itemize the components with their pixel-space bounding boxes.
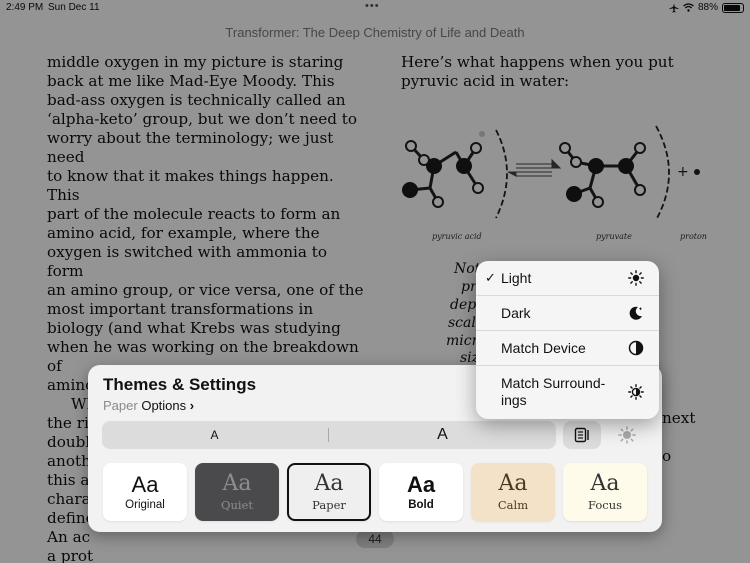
menu-item-match-device[interactable]: Match Device	[476, 331, 659, 366]
brightness-icon	[618, 426, 636, 444]
theme-calm[interactable]: Aa Calm	[471, 463, 555, 521]
menu-item-label: Light	[501, 270, 532, 286]
theme-list: Aa Original Aa Quiet Aa Paper Aa Bold Aa…	[103, 463, 647, 521]
menu-item-light[interactable]: ✓ Light	[476, 261, 659, 296]
page-layout-button[interactable]	[563, 421, 601, 449]
menu-item-label: Dark	[501, 305, 531, 321]
chevron-right-icon: ›	[189, 398, 195, 413]
page-layout-icon	[574, 427, 589, 443]
theme-sample: Aa	[222, 471, 252, 496]
theme-original[interactable]: Aa Original	[103, 463, 187, 521]
current-theme-name: Paper	[103, 398, 138, 413]
theme-sample: Aa	[590, 471, 620, 496]
half-circle-icon	[628, 340, 644, 356]
theme-options-link[interactable]: Paper Options ›	[103, 398, 194, 413]
theme-name: Calm	[497, 498, 529, 512]
theme-paper[interactable]: Aa Paper	[287, 463, 371, 521]
theme-name: Paper	[312, 498, 346, 512]
appearance-button[interactable]	[608, 421, 646, 449]
theme-sample: Aa	[498, 471, 528, 496]
options-label: Options	[141, 398, 187, 413]
menu-item-dark[interactable]: Dark	[476, 296, 659, 331]
font-size-control: A A	[102, 421, 556, 449]
theme-sample: Aa	[406, 472, 436, 497]
appearance-menu: ✓ Light Dark Match Device Match Surround…	[476, 261, 659, 419]
theme-name: Original	[125, 499, 165, 511]
menu-item-match-surroundings[interactable]: Match Surround- ings	[476, 366, 659, 419]
menu-item-label: Match Surround- ings	[501, 375, 605, 409]
checkmark-icon: ✓	[485, 270, 496, 285]
sun-icon	[628, 270, 644, 286]
theme-sample: Aa	[314, 471, 344, 496]
menu-item-label: Match Device	[501, 340, 586, 356]
sun-auto-icon	[628, 384, 644, 400]
theme-name: Bold	[408, 499, 434, 511]
theme-quiet[interactable]: Aa Quiet	[195, 463, 279, 521]
decrease-font-button[interactable]: A	[102, 421, 327, 449]
theme-focus[interactable]: Aa Focus	[563, 463, 647, 521]
increase-font-button[interactable]: A	[329, 421, 556, 449]
theme-bold[interactable]: Aa Bold	[379, 463, 463, 521]
theme-name: Quiet	[221, 498, 253, 512]
moon-icon	[629, 306, 643, 320]
panel-title: Themes & Settings	[103, 375, 257, 394]
theme-name: Focus	[587, 498, 623, 512]
menu-item-label-line: ings	[501, 392, 527, 408]
theme-sample: Aa	[131, 472, 159, 497]
menu-item-label-line: Match Surround-	[501, 375, 606, 391]
